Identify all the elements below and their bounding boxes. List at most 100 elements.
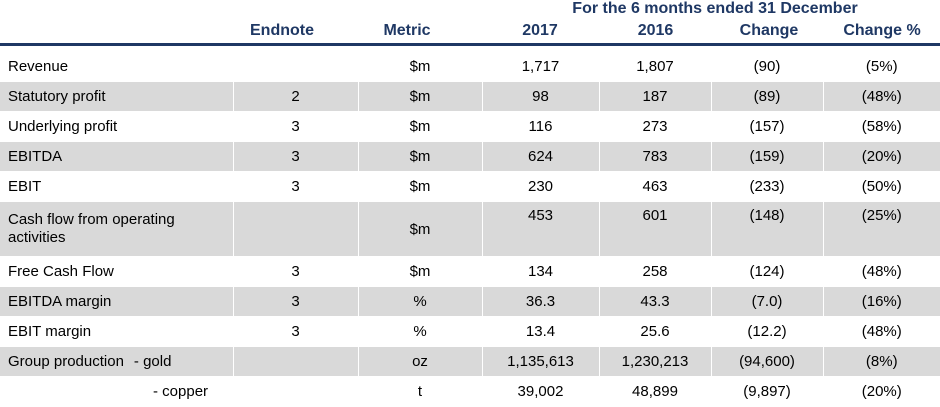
table-row: Cash flow from operating activities $m 4… — [0, 201, 940, 257]
change-cell: (159) — [711, 141, 824, 172]
change-cell: (90) — [711, 52, 824, 82]
change-pct-cell: (8%) — [823, 346, 940, 377]
table-row: Group production - gold oz 1,135,613 1,23… — [0, 346, 940, 377]
row-label: Cash flow from operating activities — [0, 201, 234, 257]
endnote-cell: 3 — [233, 286, 359, 317]
metric-cell: $m — [358, 201, 483, 257]
metric-cell: $m — [358, 52, 483, 82]
col-header-2016: 2016 — [637, 22, 674, 39]
endnote-cell — [233, 346, 359, 377]
change-pct-cell: (5%) — [823, 52, 940, 82]
header-rule — [0, 43, 940, 46]
change-pct-cell: (20%) — [823, 141, 940, 172]
row-label-text: Group production — [8, 352, 124, 370]
value-2017: 36.3 — [482, 286, 600, 317]
change-cell: (94,600) — [711, 346, 824, 377]
row-label: EBITDA margin — [0, 286, 234, 317]
value-2017: 624 — [482, 141, 600, 172]
value-2016: 43.3 — [599, 286, 712, 317]
change-cell: (7.0) — [711, 286, 824, 317]
period-heading: For the 6 months ended 31 December — [572, 0, 858, 17]
metric-cell: $m — [358, 111, 483, 142]
table-row: EBIT 3 $m 230 463 (233) (50%) — [0, 171, 940, 202]
change-cell: (9,897) — [711, 376, 824, 407]
value-2017: 98 — [482, 81, 600, 112]
value-2016: 25.6 — [599, 316, 712, 347]
value-2017: 13.4 — [482, 316, 600, 347]
col-header-change-pct: Change % — [843, 22, 921, 39]
row-sublabel: - gold — [133, 352, 172, 370]
change-cell: (12.2) — [711, 316, 824, 347]
value-2016: 783 — [599, 141, 712, 172]
value-2017: 453 — [482, 201, 600, 257]
metric-cell: t — [358, 376, 483, 407]
value-2017: 134 — [482, 256, 600, 287]
row-sublabel: - copper — [153, 382, 209, 400]
change-cell: (148) — [711, 201, 824, 257]
endnote-cell: 3 — [233, 256, 359, 287]
col-header-endnote: Endnote — [250, 22, 314, 39]
metric-cell: % — [358, 316, 483, 347]
change-pct-cell: (48%) — [823, 256, 940, 287]
table-row: EBITDA margin 3 % 36.3 43.3 (7.0) (16%) — [0, 286, 940, 317]
change-cell: (157) — [711, 111, 824, 142]
change-pct-cell: (48%) — [823, 316, 940, 347]
metric-cell: $m — [358, 256, 483, 287]
endnote-cell — [233, 376, 359, 407]
table-row: Free Cash Flow 3 $m 134 258 (124) (48%) — [0, 256, 940, 287]
col-header-change: Change — [739, 22, 799, 39]
metric-cell: $m — [358, 171, 483, 202]
row-label: Underlying profit — [0, 111, 234, 142]
metric-cell: % — [358, 286, 483, 317]
endnote-cell: 3 — [233, 316, 359, 347]
value-2017: 1,135,613 — [482, 346, 600, 377]
metric-cell: $m — [358, 81, 483, 112]
value-2016: 273 — [599, 111, 712, 142]
change-cell: (89) — [711, 81, 824, 112]
change-pct-cell: (25%) — [823, 201, 940, 257]
endnote-cell: 2 — [233, 81, 359, 112]
metric-cell: $m — [358, 141, 483, 172]
table-row: Statutory profit 2 $m 98 187 (89) (48%) — [0, 81, 940, 112]
endnote-cell: 3 — [233, 111, 359, 142]
value-2016: 601 — [599, 201, 712, 257]
row-label: Group production - gold — [0, 346, 234, 377]
change-pct-cell: (16%) — [823, 286, 940, 317]
value-2017: 1,717 — [482, 52, 600, 82]
endnote-cell — [233, 201, 359, 257]
endnote-cell: 3 — [233, 171, 359, 202]
change-pct-cell: (58%) — [823, 111, 940, 142]
row-label: Statutory profit — [0, 81, 234, 112]
change-pct-cell: (20%) — [823, 376, 940, 407]
change-cell: (124) — [711, 256, 824, 287]
table-row: EBITDA 3 $m 624 783 (159) (20%) — [0, 141, 940, 172]
value-2016: 258 — [599, 256, 712, 287]
table-row: - copper t 39,002 48,899 (9,897) (20%) — [0, 376, 940, 407]
value-2017: 116 — [482, 111, 600, 142]
value-2016: 1,807 — [599, 52, 712, 82]
change-pct-cell: (48%) — [823, 81, 940, 112]
table-row: EBIT margin 3 % 13.4 25.6 (12.2) (48%) — [0, 316, 940, 347]
value-2016: 48,899 — [599, 376, 712, 407]
row-label: EBIT margin — [0, 316, 234, 347]
change-pct-cell: (50%) — [823, 171, 940, 202]
endnote-cell: 3 — [233, 141, 359, 172]
value-2017: 39,002 — [482, 376, 600, 407]
table-row: Underlying profit 3 $m 116 273 (157) (58… — [0, 111, 940, 142]
endnote-cell — [233, 52, 359, 82]
col-header-metric: Metric — [383, 22, 431, 39]
row-label: - copper — [0, 376, 234, 407]
metric-cell: oz — [358, 346, 483, 377]
col-header-2017: 2017 — [522, 22, 558, 39]
value-2016: 1,230,213 — [599, 346, 712, 377]
row-label: Revenue — [0, 52, 234, 82]
results-table: Revenue $m 1,717 1,807 (90) (5%) Statuto… — [0, 52, 940, 407]
value-2017: 230 — [482, 171, 600, 202]
table-row: Revenue $m 1,717 1,807 (90) (5%) — [0, 52, 940, 82]
change-cell: (233) — [711, 171, 824, 202]
row-label: Free Cash Flow — [0, 256, 234, 287]
row-label: EBIT — [0, 171, 234, 202]
value-2016: 463 — [599, 171, 712, 202]
row-label: EBITDA — [0, 141, 234, 172]
value-2016: 187 — [599, 81, 712, 112]
